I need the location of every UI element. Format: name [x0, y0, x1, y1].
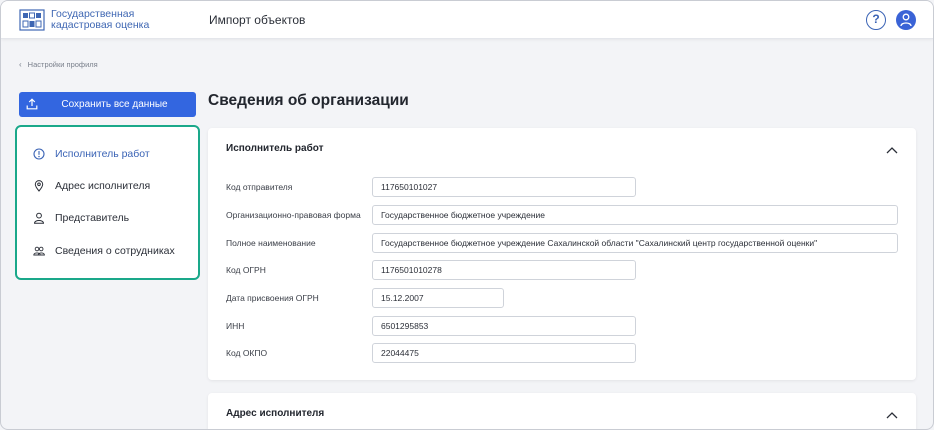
nav-item-label: Адрес исполнителя	[55, 180, 151, 192]
brand-line-2: кадастровая оценка	[51, 19, 150, 31]
nav-item-address[interactable]: Адрес исполнителя	[33, 177, 193, 195]
field-label-ogrn-date: Дата присвоения ОГРН	[226, 293, 319, 303]
user-icon	[33, 212, 45, 224]
nav-item-label: Сведения о сотрудниках	[55, 245, 175, 257]
ogrn-date-input[interactable]: 15.12.2007	[372, 288, 504, 308]
field-label-ogrn: Код ОГРН	[226, 265, 266, 275]
breadcrumb-back-label: Настройки профиля	[27, 60, 98, 69]
save-all-label: Сохранить все данные	[61, 99, 168, 110]
user-avatar-icon	[900, 13, 912, 27]
full-name-input[interactable]: Государственное бюджетное учреждение Сах…	[372, 233, 898, 253]
app-window: Государственная кадастровая оценка Импор…	[0, 0, 934, 430]
nav-item-representative[interactable]: Представитель	[33, 209, 193, 227]
nav-item-employees[interactable]: Сведения о сотрудниках	[33, 242, 193, 260]
executor-section-card: Исполнитель работ Код отправителя 117650…	[208, 128, 916, 380]
nav-item-executor[interactable]: Исполнитель работ	[33, 145, 193, 163]
users-group-icon	[33, 246, 45, 256]
logo-icon	[19, 9, 45, 31]
location-pin-icon	[34, 180, 44, 192]
chevron-left-icon: ‹	[19, 60, 22, 69]
field-label-okpo: Код ОКПО	[226, 348, 268, 358]
field-label-legal-form: Организационно-правовая форма	[226, 210, 361, 220]
brand-name[interactable]: Государственная кадастровая оценка	[51, 9, 149, 31]
field-label-inn: ИНН	[226, 321, 245, 331]
page-title: Сведения об организации	[208, 92, 409, 109]
info-circle-icon	[33, 148, 45, 160]
field-label-sender-code: Код отправителя	[226, 182, 293, 192]
save-all-button[interactable]: Сохранить все данные	[19, 92, 196, 117]
sender-code-input[interactable]: 117650101027	[372, 177, 636, 197]
address-section-card: Адрес исполнителя	[208, 393, 916, 429]
section-title: Исполнитель работ	[226, 143, 324, 154]
chevron-up-icon[interactable]	[886, 411, 898, 419]
nav-item-label: Представитель	[55, 212, 130, 224]
chevron-up-icon[interactable]	[886, 146, 898, 154]
okpo-input[interactable]: 22044475	[372, 343, 636, 363]
header-title[interactable]: Импорт объектов	[209, 13, 305, 27]
nav-item-label: Исполнитель работ	[55, 148, 150, 160]
breadcrumb[interactable]: ‹ Настройки профиля	[19, 60, 98, 69]
help-button[interactable]: ?	[866, 10, 886, 30]
help-icon: ?	[872, 12, 880, 26]
top-header: Государственная кадастровая оценка Импор…	[1, 1, 933, 39]
profile-button[interactable]	[896, 10, 916, 30]
section-nav: Исполнитель работ Адрес исполнителя Пред…	[15, 125, 200, 280]
inn-input[interactable]: 6501295853	[372, 316, 636, 336]
legal-form-input[interactable]: Государственное бюджетное учреждение	[372, 205, 898, 225]
section-title: Адрес исполнителя	[226, 408, 325, 419]
ogrn-input[interactable]: 1176501010278	[372, 260, 636, 280]
field-label-full-name: Полное наименование	[226, 238, 316, 248]
